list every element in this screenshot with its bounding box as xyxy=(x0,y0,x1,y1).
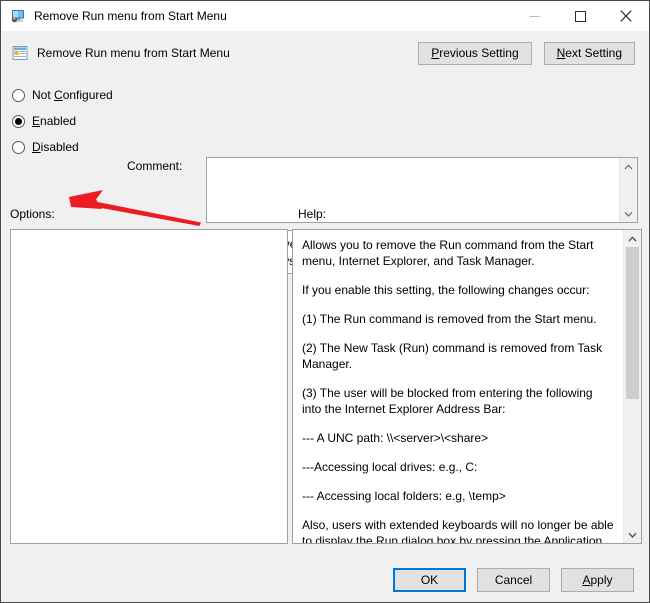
help-paragraph: (1) The Run command is removed from the … xyxy=(302,312,597,326)
radio-label-enabled: Enabled xyxy=(32,114,77,128)
comment-label: Comment: xyxy=(127,159,183,173)
close-button[interactable] xyxy=(603,1,649,31)
radio-indicator-not-configured xyxy=(12,88,25,102)
radio-enabled[interactable]: Enabled xyxy=(12,108,122,134)
maximize-button[interactable] xyxy=(557,1,603,31)
state-radio-group: Not Configured Enabled Disabled xyxy=(12,82,122,160)
radio-disabled[interactable]: Disabled xyxy=(12,134,122,160)
setting-header: Remove Run menu from Start Menu Previous… xyxy=(1,31,649,75)
help-scroll-thumb[interactable] xyxy=(626,247,639,399)
radio-indicator-enabled xyxy=(12,114,25,128)
radio-label-not-configured: Not Configured xyxy=(32,88,113,102)
content-panels: Allows you to remove the Run command fro… xyxy=(1,229,649,557)
radio-indicator-disabled xyxy=(12,140,25,154)
next-setting-button[interactable]: Next Setting xyxy=(543,41,635,65)
comment-scroll-track[interactable] xyxy=(620,175,637,205)
setting-state-area: Not Configured Enabled Disabled Comment:… xyxy=(1,75,649,274)
apply-button[interactable]: Apply xyxy=(561,567,634,592)
scroll-up-icon[interactable] xyxy=(620,158,637,175)
radio-label-disabled: Disabled xyxy=(32,140,79,154)
help-label: Help: xyxy=(298,207,327,221)
dialog-footer: OK Cancel Apply xyxy=(1,557,649,602)
scroll-down-icon[interactable] xyxy=(624,526,641,543)
options-label: Options: xyxy=(10,207,55,221)
help-paragraph: --- A UNC path: \\<server>\<share> xyxy=(302,431,489,445)
window-controls xyxy=(511,1,649,31)
help-paragraph: Allows you to remove the Run command fro… xyxy=(302,238,594,268)
radio-not-configured[interactable]: Not Configured xyxy=(12,82,122,108)
previous-setting-button[interactable]: Previous Setting xyxy=(418,41,532,65)
help-paragraph: --- Accessing local folders: e.g, \temp> xyxy=(302,489,506,503)
panel-labels: Options: Help: xyxy=(1,203,649,229)
minimize-button[interactable] xyxy=(511,1,557,31)
help-paragraph: Also, users with extended keyboards will… xyxy=(302,518,614,543)
setting-title: Remove Run menu from Start Menu xyxy=(37,46,230,60)
options-panel[interactable] xyxy=(10,229,288,544)
help-panel: Allows you to remove the Run command fro… xyxy=(292,229,642,544)
window-title: Remove Run menu from Start Menu xyxy=(34,9,227,23)
help-paragraph: If you enable this setting, the followin… xyxy=(302,283,590,297)
help-paragraph: ---Accessing local drives: e.g., C: xyxy=(302,460,478,474)
setting-navigation: Previous Setting Next Setting xyxy=(418,41,635,65)
cancel-button[interactable]: Cancel xyxy=(477,567,550,592)
computer-policy-icon xyxy=(10,8,26,24)
help-paragraph: (3) The user will be blocked from enteri… xyxy=(302,386,593,416)
scroll-up-icon[interactable] xyxy=(624,230,641,247)
help-scrollbar[interactable] xyxy=(623,230,641,543)
help-content: Allows you to remove the Run command fro… xyxy=(293,230,623,543)
options-content xyxy=(11,230,287,543)
help-scroll-track[interactable] xyxy=(624,247,641,526)
ok-button[interactable]: OK xyxy=(393,567,466,592)
policy-setting-icon xyxy=(12,45,28,61)
group-policy-setting-dialog: Remove Run menu from Start Menu Remove R… xyxy=(0,0,650,603)
title-bar: Remove Run menu from Start Menu xyxy=(1,1,649,31)
help-paragraph: (2) The New Task (Run) command is remove… xyxy=(302,341,603,371)
